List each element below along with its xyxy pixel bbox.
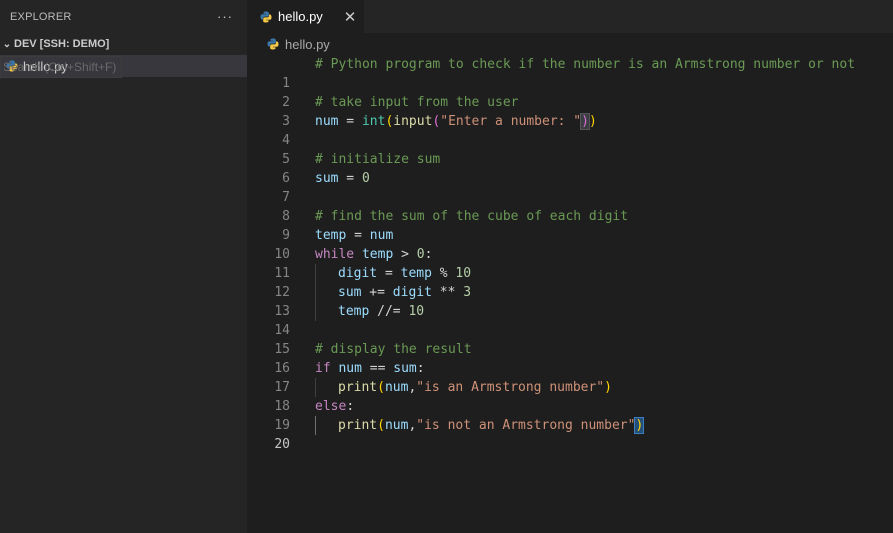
token-operator: == — [361, 361, 394, 376]
token-number: 10 — [455, 266, 472, 281]
token-variable: sum — [315, 171, 339, 186]
python-file-icon — [267, 38, 279, 50]
explorer-title: EXPLORER — [10, 10, 72, 23]
code-line: 1 # Python program to check if the numbe… — [247, 55, 893, 91]
token-operator: += — [361, 285, 393, 300]
breadcrumb-file: hello.py — [285, 36, 330, 52]
token-keyword: if — [315, 361, 331, 376]
token-builtin: int — [361, 114, 386, 129]
explorer-header: EXPLORER ··· — [0, 0, 247, 33]
token-function: print — [338, 380, 378, 395]
tab-bar: hello.py ✕ — [247, 0, 893, 33]
code-line: 7 sum = 0 — [247, 169, 893, 205]
token-number: 10 — [408, 304, 425, 319]
code-line-active: 20 print(num,"is not an Armstrong number… — [247, 416, 893, 452]
token-operator: = — [377, 266, 401, 281]
token-variable: num — [330, 361, 362, 376]
code-line: 16 # display the result — [247, 340, 893, 376]
token-variable: temp — [338, 304, 370, 319]
python-file-icon — [260, 11, 272, 23]
token-function: input — [393, 114, 433, 129]
code-line: 4 num = int(input("Enter a number: ")) — [247, 112, 893, 148]
code-line: 9 # find the sum of the cube of each dig… — [247, 207, 893, 243]
editor-area: hello.py ✕ hello.py 1 # Python program t… — [247, 0, 893, 533]
code-line: 11 while temp > 0: — [247, 245, 893, 281]
comment: # initialize sum — [315, 152, 441, 167]
token-bracket-highlight: ) — [580, 113, 590, 130]
file-tree-item-hello-py[interactable]: hello.py — [0, 55, 247, 77]
file-tree-item-label: hello.py — [23, 58, 68, 74]
token-variable: num — [315, 114, 339, 129]
token-operator: ** — [431, 285, 464, 300]
more-actions-icon[interactable]: ··· — [217, 9, 233, 24]
token-colon: : — [346, 399, 355, 414]
vscode-window: EXPLORER ··· ⌄ DEV [SSH: DEMO] hello.py … — [0, 0, 893, 533]
explorer-sidebar: EXPLORER ··· ⌄ DEV [SSH: DEMO] hello.py … — [0, 0, 247, 533]
token-operator: = — [346, 228, 370, 243]
token-string: "is not an Armstrong number" — [416, 418, 636, 433]
workspace-folder[interactable]: ⌄ DEV [SSH: DEMO] — [0, 33, 247, 55]
code-line: 14 temp //= 10 — [247, 302, 893, 338]
comment: # Python program to check if the number … — [315, 57, 856, 72]
comment: # take input from the user — [315, 95, 519, 110]
token-operator: = — [338, 171, 362, 186]
comment: # find the sum of the cube of each digit — [315, 209, 629, 224]
token-operator: //= — [369, 304, 409, 319]
token-variable: num — [384, 380, 409, 395]
token-bracket: ) — [604, 380, 612, 395]
token-number: 0 — [416, 247, 425, 262]
token-variable: temp — [315, 228, 347, 243]
token-number: 0 — [361, 171, 370, 186]
token-variable: sum — [393, 361, 417, 376]
token-operator: = — [338, 114, 362, 129]
token-operator: % — [431, 266, 456, 281]
token-variable: num — [369, 228, 394, 243]
chevron-down-icon: ⌄ — [2, 38, 12, 50]
token-variable: sum — [338, 285, 362, 300]
code-line: 19 else: — [247, 397, 893, 433]
token-string: "is an Armstrong number" — [416, 380, 605, 395]
token-variable: num — [384, 418, 409, 433]
code-editor[interactable]: 1 # Python program to check if the numbe… — [247, 55, 893, 452]
code-line: 8 — [247, 188, 893, 224]
token-bracket: ) — [588, 114, 597, 129]
close-icon[interactable]: ✕ — [336, 8, 364, 26]
code-line: 6 # initialize sum — [247, 150, 893, 186]
token-variable: digit — [338, 266, 378, 281]
token-bracket: ( — [377, 418, 385, 433]
breadcrumb[interactable]: hello.py — [247, 33, 893, 55]
token-bracket-cursor: ) — [634, 417, 645, 434]
code-line: 13 sum += digit ** 3 — [247, 283, 893, 319]
token-keyword: else — [315, 399, 347, 414]
token-variable: temp — [354, 247, 394, 262]
code-line: 17 if num == sum: — [247, 359, 893, 395]
token-string: "Enter a number: " — [440, 114, 582, 129]
code-line: 2 — [247, 74, 893, 110]
token-colon: : — [424, 247, 433, 262]
token-operator: > — [393, 247, 417, 262]
token-function: print — [338, 418, 378, 433]
code-line: 3 # take input from the user — [247, 93, 893, 129]
code-line: 18 print(num,"is an Armstrong number") — [247, 378, 893, 414]
code-line: 5 — [247, 131, 893, 167]
token-variable: digit — [392, 285, 432, 300]
code-line: 15 — [247, 321, 893, 357]
python-file-icon — [6, 60, 18, 72]
comment: # display the result — [315, 342, 472, 357]
tab-hello-py[interactable]: hello.py ✕ — [247, 0, 364, 33]
code-line: 10 temp = num — [247, 226, 893, 262]
token-keyword: while — [315, 247, 355, 262]
token-number: 3 — [463, 285, 472, 300]
line-number-active: 20 — [274, 437, 290, 452]
token-variable: temp — [400, 266, 432, 281]
token-bracket: ( — [377, 380, 385, 395]
code-line: 12 digit = temp % 10 — [247, 264, 893, 300]
token-colon: : — [416, 361, 425, 376]
workspace-folder-label: DEV [SSH: DEMO] — [14, 38, 110, 50]
tab-label: hello.py — [278, 9, 323, 24]
